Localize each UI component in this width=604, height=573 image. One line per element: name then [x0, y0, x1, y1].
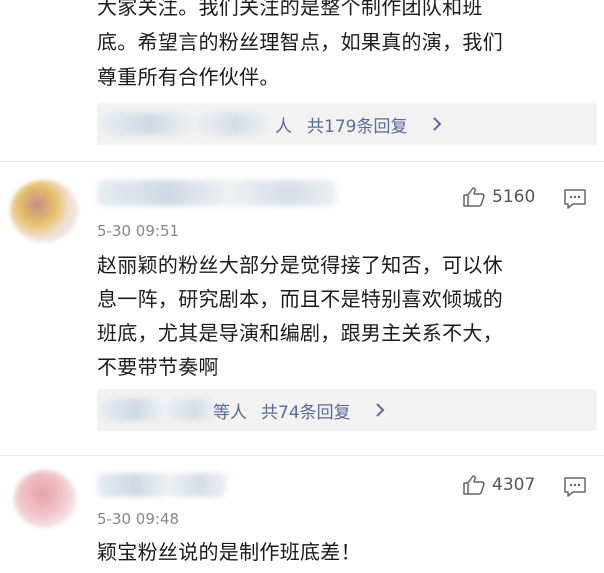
divider	[0, 161, 604, 162]
reply-suffix: 人	[275, 116, 292, 137]
chevron-right-icon	[375, 402, 385, 418]
blurred-usernames	[101, 113, 269, 135]
comment-1-line-1: 大家关注。我们关注的是整个制作团队和班	[97, 0, 483, 19]
thumbs-up-icon	[462, 186, 486, 208]
comment-2-line-1: 赵丽颖的粉丝大部分是觉得接了知否，可以休	[97, 253, 503, 277]
comment-bubble-icon[interactable]	[563, 476, 587, 498]
comment-time: 5-30 09:51	[97, 222, 180, 240]
comment-3-line-1: 颖宝粉丝说的是制作班底差！	[97, 540, 361, 564]
comment-2-line-4: 不要带节奏啊	[97, 355, 219, 379]
reply-count-link[interactable]: 共179条回复	[307, 112, 407, 137]
like-button[interactable]: 5160	[462, 186, 535, 208]
reply-count-link[interactable]: 共74条回复	[261, 398, 351, 423]
like-button[interactable]: 4307	[462, 474, 535, 496]
blurred-username[interactable]	[97, 180, 337, 206]
comment-2-line-2: 息一阵，研究剧本，而且不是特别喜欢倾城的	[97, 287, 503, 311]
blurred-username[interactable]	[97, 473, 227, 497]
reply-summary-1[interactable]: 人 共179条回复	[97, 103, 597, 145]
blurred-usernames	[101, 399, 217, 421]
reply-suffix: 等人	[213, 402, 247, 423]
comment-1-line-2: 底。希望言的粉丝理智点，如果真的演，我们	[97, 30, 503, 54]
thumbs-up-icon	[462, 474, 486, 496]
comment-bubble-icon[interactable]	[563, 188, 587, 210]
avatar[interactable]	[10, 180, 78, 242]
reply-summary-2[interactable]: 等人 共74条回复	[97, 389, 597, 431]
chevron-right-icon	[432, 116, 442, 132]
divider	[0, 455, 604, 456]
like-count: 5160	[492, 187, 536, 207]
avatar[interactable]	[14, 470, 76, 528]
comment-time: 5-30 09:48	[97, 510, 180, 528]
comment-2-line-3: 班底，尤其是导演和编剧，跟男主关系不大，	[97, 321, 503, 345]
like-count: 4307	[492, 475, 536, 495]
comment-1-line-3: 尊重所有合作伙伴。	[97, 65, 280, 89]
